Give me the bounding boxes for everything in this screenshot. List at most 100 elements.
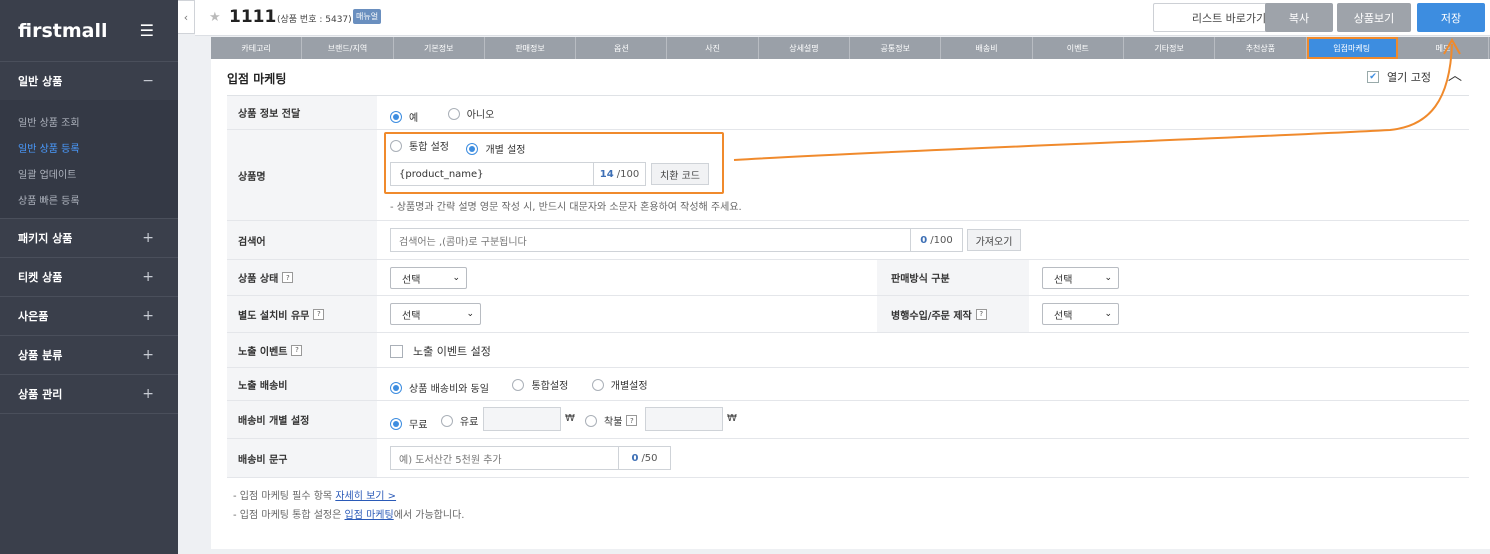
row-install-fee: 별도 설치비 유무? 선택 ⌄ 병행수입/주문 제작? 선택 ⌄ <box>227 296 1469 333</box>
label-shipping: 노출 배송비 <box>227 368 377 400</box>
radio-fee-free[interactable]: 무료 <box>390 416 427 431</box>
event-checkbox[interactable]: 노출 이벤트 설정 <box>390 343 491 359</box>
row-shipping-each: 배송비 개별 설정 무료 유료 ₩ 착불 ? ₩ <box>227 401 1469 439</box>
row-info-transfer: 상품 정보 전달 예 아니오 <box>227 96 1469 130</box>
manual-badge[interactable]: 매뉴얼 <box>353 9 382 24</box>
keyword-counter: 0/100 <box>911 228 963 252</box>
menu-product-manage[interactable]: 상품 관리 + <box>0 375 178 413</box>
tab-category[interactable]: 카테고리 <box>211 37 303 59</box>
label-shipping-text: 배송비 문구 <box>227 439 377 477</box>
menu-group-package: 패키지 상품 + <box>0 219 178 258</box>
plus-icon: + <box>142 230 154 246</box>
install-fee-select[interactable]: 선택 ⌄ <box>390 303 481 325</box>
marketing-panel: 입점 마케팅 ✔ 열기 고정 ︿ 상품 정보 전달 예 아니오 상품명 통합 설… <box>211 59 1490 549</box>
menu-general-products[interactable]: 일반 상품 − <box>0 62 178 100</box>
help-icon[interactable]: ? <box>291 344 303 356</box>
menu-package-products[interactable]: 패키지 상품 + <box>0 219 178 257</box>
plus-icon: + <box>142 347 154 363</box>
tab-event[interactable]: 이벤트 <box>1033 37 1124 59</box>
tab-etc-info[interactable]: 기타정보 <box>1124 37 1216 59</box>
tab-common-info[interactable]: 공통정보 <box>850 37 942 59</box>
submenu-general: 일반 상품 조회 일반 상품 등록 일괄 업데이트 상품 빠른 등록 <box>0 100 178 218</box>
keyword-input[interactable]: 검색어는 ,(콤마)로 구분됩니다 <box>390 228 911 252</box>
shipping-text-input[interactable]: 예) 도서산간 5천원 추가 <box>390 446 619 470</box>
tab-options[interactable]: 옵션 <box>576 37 668 59</box>
marketing-link[interactable]: 입점 마케팅 <box>345 510 394 521</box>
tab-shipping[interactable]: 배송비 <box>941 37 1033 59</box>
row-keyword: 검색어 검색어는 ,(콤마)로 구분됩니다 0/100 가져오기 <box>227 221 1469 260</box>
radio-shipping-integrated[interactable]: 통합설정 <box>512 377 568 392</box>
check-icon[interactable]: ✔ <box>1367 71 1379 83</box>
submenu-item-list[interactable]: 일반 상품 조회 <box>0 108 178 134</box>
hamburger-icon[interactable]: ☰ <box>140 21 154 40</box>
chevron-down-icon: ⌄ <box>1104 309 1112 319</box>
tab-brand[interactable]: 브랜드/지역 <box>302 37 394 59</box>
menu-group-category: 상품 분류 + <box>0 336 178 375</box>
product-name-input[interactable]: {product_name} <box>390 162 594 186</box>
logo[interactable]: firstmall <box>18 20 108 42</box>
star-icon[interactable]: ★ <box>209 10 221 25</box>
menu-gifts[interactable]: 사은품 + <box>0 297 178 335</box>
row-status: 상품 상태? 선택 ⌄ 판매방식 구분 선택 ⌄ <box>227 260 1469 296</box>
tab-basic-info[interactable]: 기본정보 <box>394 37 485 59</box>
radio-transfer-yes[interactable]: 예 <box>390 109 418 124</box>
menu-ticket-products[interactable]: 티켓 상품 + <box>0 258 178 296</box>
menu-product-category[interactable]: 상품 분류 + <box>0 336 178 374</box>
help-icon[interactable]: ? <box>975 308 987 320</box>
save-button[interactable]: 저장 <box>1417 3 1485 32</box>
logo-row: firstmall ☰ <box>0 0 178 62</box>
submenu-item-register[interactable]: 일반 상품 등록 <box>0 134 178 160</box>
won-unit: ₩ <box>565 413 575 424</box>
sidebar-collapse-button[interactable]: ‹ <box>178 0 195 34</box>
status-select[interactable]: 선택 ⌄ <box>390 267 467 289</box>
tab-description[interactable]: 상세설명 <box>759 37 851 59</box>
chevron-down-icon: ⌄ <box>466 309 474 319</box>
submenu-item-quick-register[interactable]: 상품 빠른 등록 <box>0 186 178 212</box>
label-shipping-each: 배송비 개별 설정 <box>227 401 377 438</box>
radio-fee-paid[interactable]: 유료 <box>440 413 478 428</box>
tab-marketing[interactable]: 입점마케팅 <box>1306 37 1398 59</box>
footer-note-1: - 입점 마케팅 필수 항목 자세히 보기 > <box>233 491 397 502</box>
fix-open-toggle[interactable]: ✔ 열기 고정 <box>1367 69 1431 85</box>
sidebar: firstmall ☰ 일반 상품 − 일반 상품 조회 일반 상품 등록 일괄… <box>0 0 178 554</box>
chevron-left-icon: ‹ <box>183 10 189 24</box>
won-unit: ₩ <box>727 413 737 424</box>
label-install-fee: 별도 설치비 유무 <box>238 310 310 322</box>
collapse-caret-icon[interactable]: ︿ <box>1448 65 1462 85</box>
help-icon[interactable]: ? <box>313 308 325 320</box>
minus-icon: − <box>142 73 154 89</box>
radio-name-individual[interactable]: 개별 설정 <box>466 141 525 156</box>
menu-group-ticket: 티켓 상품 + <box>0 258 178 297</box>
cod-fee-input[interactable] <box>645 407 723 431</box>
import-type-select[interactable]: 선택 ⌄ <box>1042 303 1119 325</box>
section-title: 입점 마케팅 <box>227 72 287 86</box>
paid-fee-input[interactable] <box>483 407 561 431</box>
help-icon[interactable]: ? <box>282 272 294 283</box>
product-name-note: - 상품명과 간략 설명 영문 작성 시, 반드시 대문자와 소문자 혼용하여 … <box>390 202 742 213</box>
label-event: 노출 이벤트 <box>238 346 288 358</box>
label-import-type: 병행수입/주문 제작 <box>891 310 972 322</box>
sale-type-select[interactable]: 선택 ⌄ <box>1042 267 1119 289</box>
radio-name-integrated[interactable]: 통합 설정 <box>390 138 449 153</box>
radio-fee-cod[interactable]: 착불 <box>585 413 622 428</box>
radio-shipping-same[interactable]: 상품 배송비와 동일 <box>390 380 489 395</box>
fetch-button[interactable]: 가져오기 <box>967 229 1021 251</box>
copy-button[interactable]: 복사 <box>1265 3 1333 32</box>
row-shipping: 노출 배송비 상품 배송비와 동일 통합설정 개별설정 <box>227 368 1469 401</box>
menu-group-general: 일반 상품 − 일반 상품 조회 일반 상품 등록 일괄 업데이트 상품 빠른 … <box>0 62 178 219</box>
replace-code-button[interactable]: 치환 코드 <box>651 163 709 185</box>
view-product-button[interactable]: 상품보기 <box>1337 3 1411 32</box>
help-icon[interactable]: ? <box>626 415 638 426</box>
tab-memo[interactable]: 메모 <box>1398 37 1490 59</box>
row-product-name: 상품명 통합 설정 개별 설정 {product_name} 14/100 치환… <box>227 130 1469 221</box>
row-event: 노출 이벤트? 노출 이벤트 설정 <box>227 333 1469 368</box>
details-link[interactable]: 자세히 보기 > <box>335 491 396 502</box>
tab-sales-info[interactable]: 판매정보 <box>485 37 577 59</box>
radio-transfer-no[interactable]: 아니오 <box>447 106 494 121</box>
menu-group-gift: 사은품 + <box>0 297 178 336</box>
label-info-transfer: 상품 정보 전달 <box>227 96 377 129</box>
tab-recommended[interactable]: 추천상품 <box>1215 37 1307 59</box>
tab-photos[interactable]: 사진 <box>667 37 759 59</box>
submenu-item-bulk-update[interactable]: 일괄 업데이트 <box>0 160 178 186</box>
radio-shipping-individual[interactable]: 개별설정 <box>591 377 648 392</box>
